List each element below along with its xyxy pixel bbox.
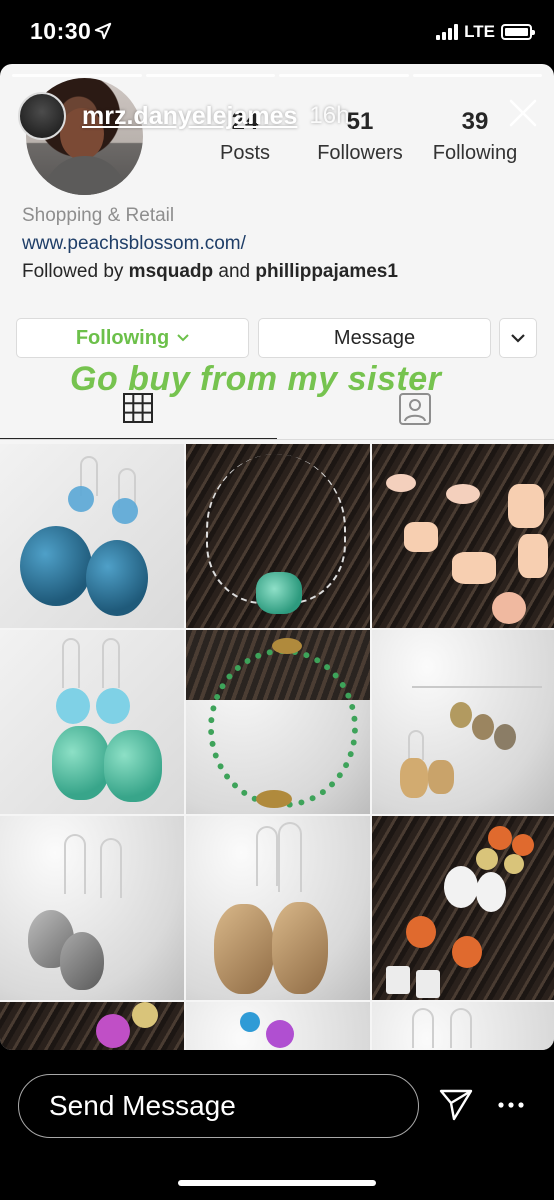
grid-post[interactable] xyxy=(186,444,370,628)
suggested-accounts-button[interactable] xyxy=(499,318,537,358)
message-button[interactable]: Message xyxy=(258,318,491,358)
location-arrow-icon xyxy=(94,22,112,40)
status-time: 10:30 xyxy=(30,18,92,44)
story-username[interactable]: mrz.danyelejames xyxy=(82,102,297,131)
grid-post[interactable] xyxy=(0,444,184,628)
chevron-down-icon xyxy=(511,333,525,343)
grid-post[interactable] xyxy=(186,630,370,814)
following-button[interactable]: Following xyxy=(16,318,249,358)
story-segment xyxy=(12,74,142,77)
stat-label: Followers xyxy=(317,142,403,164)
send-message-placeholder: Send Message xyxy=(49,1090,236,1121)
stat-label: Following xyxy=(432,142,518,164)
grid-post[interactable] xyxy=(372,816,554,1000)
story-segment xyxy=(412,74,542,77)
grid-post[interactable] xyxy=(0,1002,184,1050)
followed-by-text: Followed by msquadp and phillippajames1 xyxy=(22,261,398,282)
profile-website-link[interactable]: www.peachsblossom.com/ xyxy=(22,233,246,255)
grid-post[interactable] xyxy=(186,1002,370,1050)
photo-grid xyxy=(0,444,554,1050)
home-indicator[interactable] xyxy=(178,1180,376,1186)
network-type: LTE xyxy=(464,22,495,41)
story-header: mrz.danyelejames 16h xyxy=(18,92,349,140)
grid-post[interactable] xyxy=(0,630,184,814)
story-avatar[interactable] xyxy=(18,92,66,140)
grid-post[interactable] xyxy=(186,816,370,1000)
profile-category: Shopping & Retail xyxy=(22,205,175,226)
grid-post[interactable] xyxy=(372,444,554,628)
battery-icon xyxy=(501,24,535,40)
followed-by-user[interactable]: msquadp xyxy=(129,261,213,282)
grid-post[interactable] xyxy=(0,816,184,1000)
story-card[interactable]: 24 Posts 51 Followers 39 Following mrz.d… xyxy=(0,64,554,1050)
followed-by-user[interactable]: phillippajames1 xyxy=(255,261,398,282)
story-reply-bar: Send Message xyxy=(0,1050,554,1200)
story-text-sticker[interactable]: Go buy from my sister xyxy=(70,360,441,399)
story-segment xyxy=(145,74,275,77)
stat-label: Posts xyxy=(219,142,271,164)
story-progress-bar xyxy=(12,74,542,77)
story-time: 16h xyxy=(309,102,350,129)
grid-post[interactable] xyxy=(372,1002,554,1050)
story-segment xyxy=(279,74,409,77)
close-icon[interactable] xyxy=(508,98,538,128)
signal-icon xyxy=(436,24,459,40)
chevron-down-icon xyxy=(177,334,189,342)
send-message-input[interactable]: Send Message xyxy=(18,1074,419,1138)
send-icon[interactable] xyxy=(438,1086,474,1122)
grid-post[interactable] xyxy=(372,630,554,814)
more-options-icon[interactable] xyxy=(496,1090,526,1120)
status-bar: 10:30 LTE xyxy=(0,0,554,64)
